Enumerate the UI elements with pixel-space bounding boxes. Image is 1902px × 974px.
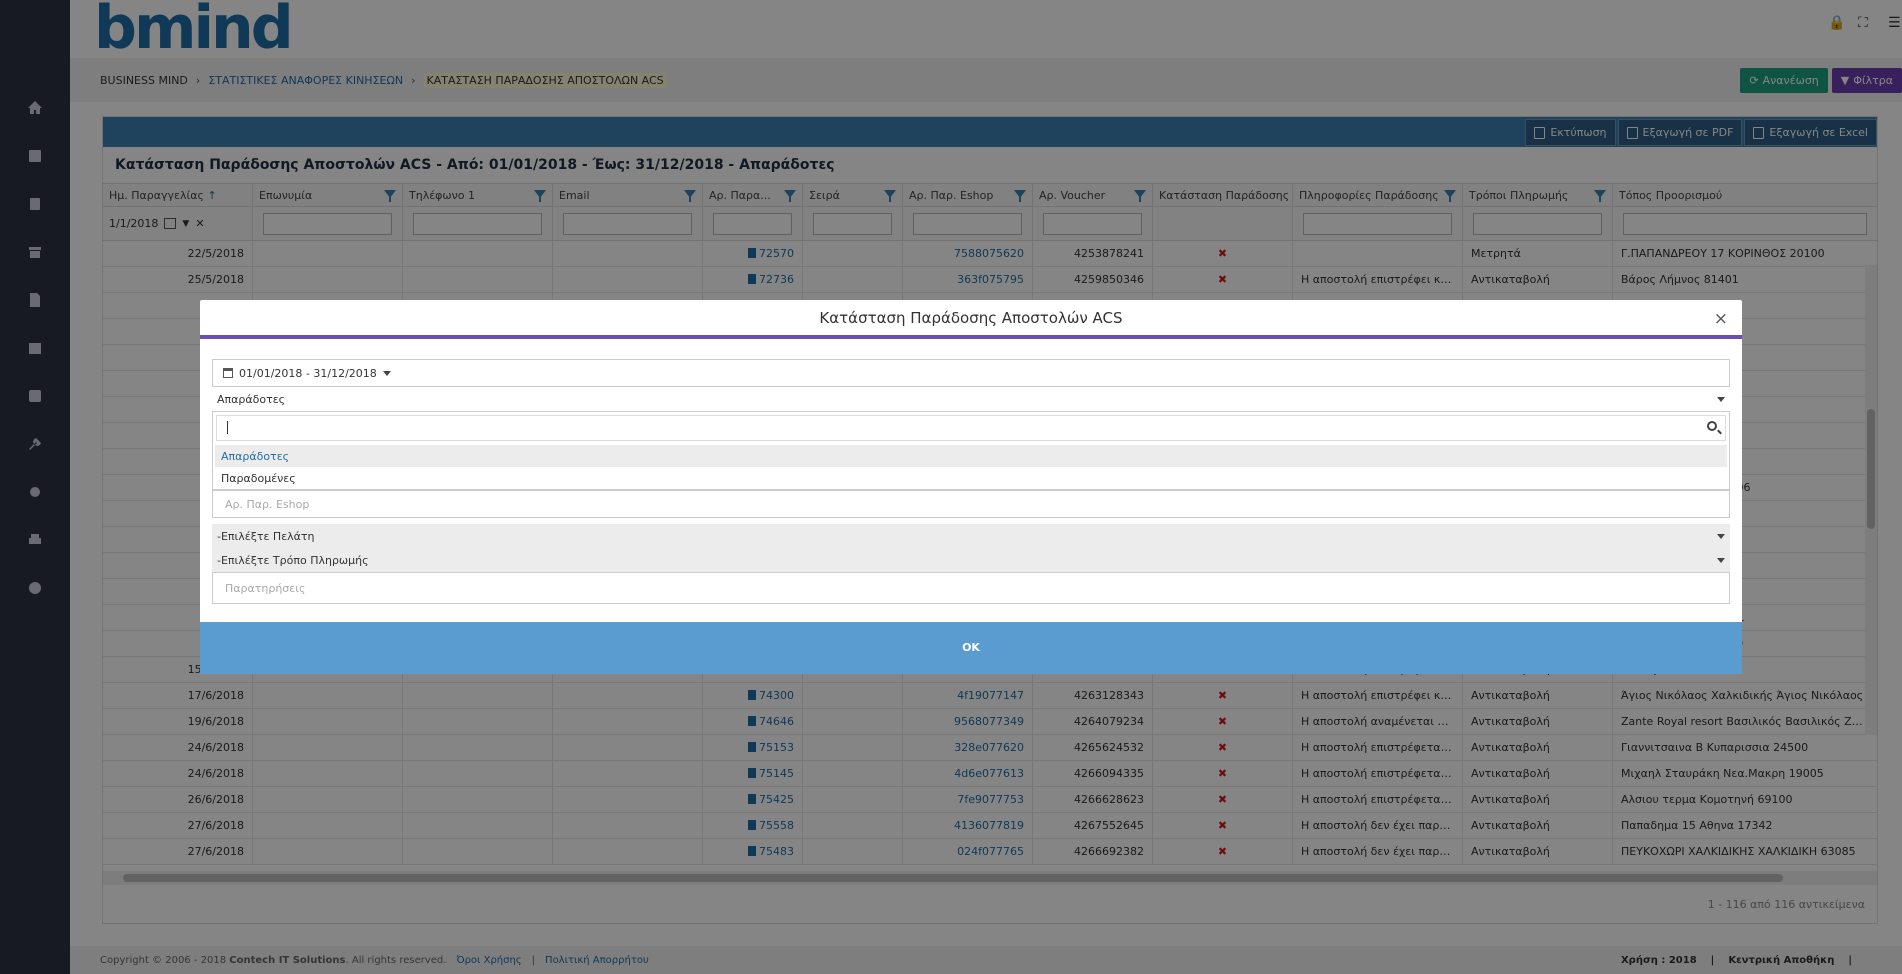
date-range-value: 01/01/2018 - 31/12/2018: [239, 366, 377, 380]
text-cursor: [227, 421, 228, 434]
customer-select-value: -Επιλέξτε Πελάτη: [217, 529, 315, 543]
status-selected-value: Απαράδοτες: [217, 392, 286, 406]
status-option-undelivered[interactable]: Απαράδοτες: [215, 445, 1727, 467]
close-icon[interactable]: ×: [1714, 309, 1728, 329]
caret-down-icon: [382, 370, 391, 376]
payment-method-select[interactable]: -Επιλέξτε Τρόπο Πληρωμής: [212, 548, 1730, 572]
status-dropdown: Απαράδοτες Παραδομένες: [212, 411, 1730, 490]
dropdown-search-input[interactable]: [216, 415, 1726, 441]
chevron-down-icon: [1717, 396, 1725, 402]
notes-input[interactable]: Παρατηρήσεις: [212, 572, 1730, 604]
modal-title: Κατάσταση Παράδοσης Αποστολών ACS: [819, 309, 1123, 327]
status-option-delivered[interactable]: Παραδομένες: [215, 467, 1727, 489]
modal-header: Κατάσταση Παράδοσης Αποστολών ACS ×: [200, 300, 1742, 339]
modal-body: 01/01/2018 - 31/12/2018 Απαράδοτες Απαρά…: [200, 339, 1742, 604]
chevron-down-icon: [1717, 557, 1725, 563]
calendar-icon: [223, 368, 233, 378]
eshop-order-input[interactable]: Αρ. Παρ. Eshop: [212, 490, 1730, 518]
filter-modal: Κατάσταση Παράδοσης Αποστολών ACS × 01/0…: [200, 300, 1742, 674]
ok-button[interactable]: OK: [200, 622, 1742, 674]
customer-select[interactable]: -Επιλέξτε Πελάτη: [212, 524, 1730, 548]
status-select[interactable]: Απαράδοτες: [212, 387, 1730, 411]
search-icon: [1707, 421, 1717, 431]
payment-select-value: -Επιλέξτε Τρόπο Πληρωμής: [217, 553, 369, 567]
date-range-picker[interactable]: 01/01/2018 - 31/12/2018: [212, 359, 1730, 387]
chevron-down-icon: [1717, 533, 1725, 539]
